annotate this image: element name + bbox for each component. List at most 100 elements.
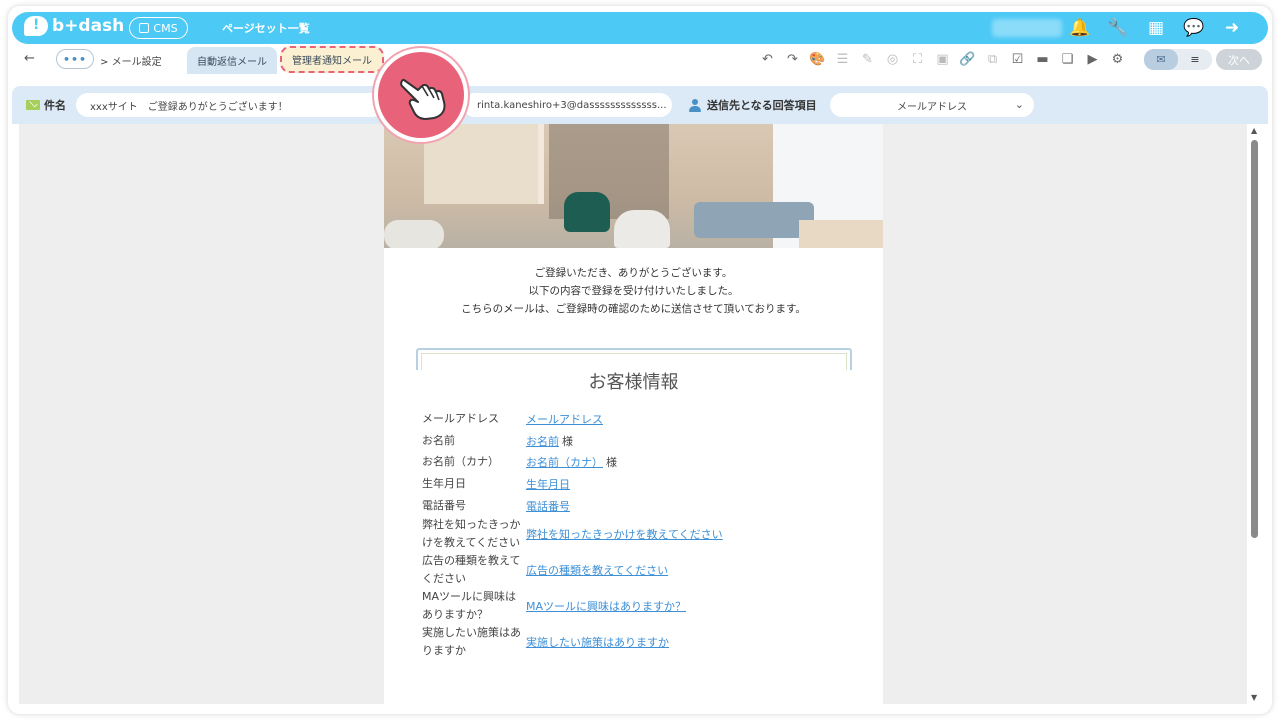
bell-icon[interactable]: 🔔 (1069, 16, 1090, 40)
field-label: 電話番号 (422, 498, 466, 512)
grid-icon[interactable]: ▦ (1146, 16, 1166, 40)
field-label: 弊社を知ったきっかけを教えてください (422, 518, 521, 550)
subject-row: 件名 xxxサイト ご登録ありがとうございます！ rinta.kaneshiro… (12, 86, 1268, 124)
field-tag-link[interactable]: お名前（カナ） (526, 456, 603, 469)
logo-bubble-icon (24, 16, 48, 36)
divider-icon[interactable]: ▬ (1033, 50, 1052, 69)
more-breadcrumb-button[interactable]: ••• (56, 49, 94, 69)
target-icon[interactable]: ◎ (883, 50, 902, 69)
tab-admin-notification-mail[interactable]: 管理者通知メール (280, 46, 384, 73)
recipient-select[interactable]: メールアドレス ⌄ (830, 93, 1034, 117)
hero-sofa (694, 202, 814, 238)
field-label: 広告の種類を教えてください (422, 554, 521, 586)
field-label: 実施したい施策はありますか (422, 626, 521, 658)
cms-label: CMS (153, 21, 178, 35)
play-icon[interactable]: ▶ (1083, 50, 1102, 69)
honorific-suffix: 様 (606, 456, 617, 470)
table-row: 生年月日 生年月日 (422, 473, 862, 495)
checklist-icon[interactable]: ☑ (1008, 50, 1027, 69)
image-icon[interactable]: ▣ (933, 50, 952, 69)
hero-chair-left (384, 220, 444, 248)
intro-line: 以下の内容で登録を受け付けいたしました。 (528, 285, 739, 297)
header-icons: 🔔 🔧 ▦ 💬 ➜ (1069, 16, 1242, 40)
cms-button[interactable]: CMS (129, 17, 188, 39)
chat-icon[interactable]: 💬 (1183, 16, 1204, 40)
field-tag-link[interactable]: MAツールに興味はありますか？ (526, 600, 686, 613)
person-icon (688, 98, 702, 112)
breadcrumb: > メール設定 (100, 53, 162, 68)
info-box-frame (416, 348, 852, 370)
recipient-selected-value: メールアドレス (897, 101, 967, 113)
table-row: 広告の種類を教えてください 広告の種類を教えてください (422, 552, 862, 588)
back-arrow-icon[interactable]: ← (24, 51, 35, 66)
field-label: 生年月日 (422, 476, 466, 490)
subject-label: 件名 (26, 97, 66, 113)
text-view-icon[interactable]: ≡ (1178, 49, 1212, 70)
layout-icon[interactable]: ❏ (1058, 50, 1077, 69)
scroll-down-icon[interactable]: ▼ (1251, 693, 1257, 702)
customer-info-table: メールアドレス メールアドレス お名前 お名前様 お名前（カナ） お名前（カナ）… (422, 408, 862, 660)
gear-icon[interactable]: ⚙ (1108, 50, 1127, 69)
link-icon[interactable]: 🔗 (958, 50, 977, 69)
field-tag-link[interactable]: 実施したい施策はありますか (526, 636, 669, 649)
email-preview: ご登録いただき、ありがとうございます。 以下の内容で登録を受け付けいたしました。… (384, 124, 883, 704)
editor-toolbar: ← ••• > メール設定 自動返信メール 管理者通知メール ↶ ↷ 🎨 ☰ ✎… (12, 46, 1268, 74)
edit-icon (139, 23, 150, 33)
field-label: MAツールに興味はありますか？ (422, 590, 517, 622)
pointer-callout (374, 48, 468, 142)
subject-input[interactable]: xxxサイト ご登録ありがとうございます！ (76, 93, 384, 117)
mail-view-icon[interactable]: ✉ (1144, 49, 1178, 70)
scroll-thumb[interactable] (1251, 140, 1258, 538)
breadcrumb-separator: > (100, 57, 109, 68)
field-tag-link[interactable]: 弊社を知ったきっかけを教えてください (526, 528, 723, 541)
tab-auto-reply-mail[interactable]: 自動返信メール (187, 47, 277, 74)
page-set-list-link[interactable]: ページセット一覧 (222, 20, 310, 36)
undo-icon[interactable]: ↶ (758, 50, 777, 69)
table-row: 実施したい施策はありますか 実施したい施策はありますか (422, 624, 862, 660)
field-tag-link[interactable]: メールアドレス (526, 413, 603, 426)
palette-icon[interactable]: 🎨 (808, 50, 827, 69)
copy-icon[interactable]: ⧉ (983, 50, 1002, 69)
table-row: 弊社を知ったきっかけを教えてください 弊社を知ったきっかけを教えてください (422, 516, 862, 552)
user-name-blurred (992, 19, 1062, 37)
top-header: b+dash CMS ページセット一覧 🔔 🔧 ▦ 💬 ➜ (12, 12, 1268, 44)
pointing-hand-icon (400, 78, 446, 120)
logout-icon[interactable]: ➜ (1222, 16, 1242, 40)
next-button[interactable]: 次へ (1216, 49, 1262, 70)
customer-info-title: お客様情報 (588, 372, 679, 393)
recipient-label-text: 送信先となる回答項目 (707, 99, 817, 112)
field-label: お名前（カナ） (422, 455, 499, 469)
fullscreen-icon[interactable]: ⛶ (908, 50, 927, 69)
honorific-suffix: 様 (562, 434, 573, 448)
logo-text: b+dash (52, 16, 125, 36)
redo-icon[interactable]: ↷ (783, 50, 802, 69)
table-row: MAツールに興味はありますか？ MAツールに興味はありますか？ (422, 588, 862, 624)
align-icon[interactable]: ☰ (833, 50, 852, 69)
field-label: メールアドレス (422, 411, 499, 425)
field-tag-link[interactable]: 生年月日 (526, 478, 570, 491)
recipient-label: 送信先となる回答項目 (688, 97, 817, 113)
wrench-icon[interactable]: 🔧 (1107, 16, 1128, 40)
scroll-up-icon[interactable]: ▲ (1251, 126, 1257, 135)
hero-chair-green (564, 192, 610, 232)
field-tag-link[interactable]: 広告の種類を教えてください (526, 564, 668, 577)
table-row: お名前 お名前様 (422, 430, 862, 452)
table-row: 電話番号 電話番号 (422, 495, 862, 517)
editor-canvas: ご登録いただき、ありがとうございます。 以下の内容で登録を受け付けいたしました。… (19, 124, 1247, 704)
hero-table (799, 220, 883, 248)
field-tag-link[interactable]: お名前 (526, 435, 559, 448)
intro-text[interactable]: ご登録いただき、ありがとうございます。 以下の内容で登録を受け付けいたしました。… (384, 264, 883, 318)
field-label: お名前 (422, 433, 455, 447)
table-row: お名前（カナ） お名前（カナ）様 (422, 451, 862, 473)
brand-logo[interactable]: b+dash (24, 16, 124, 36)
hero-chair-white (614, 210, 670, 248)
view-toggle: ✉ ≡ (1144, 49, 1212, 70)
hero-image[interactable] (384, 124, 883, 248)
field-tag-link[interactable]: 電話番号 (526, 500, 570, 513)
intro-line: ご登録いただき、ありがとうございます。 (534, 267, 733, 279)
vertical-scrollbar[interactable]: ▲ ▼ (1248, 124, 1262, 704)
chevron-down-icon: ⌄ (1014, 98, 1024, 111)
sender-email-field[interactable]: rinta.kaneshiro+3@dasssssssssssss... (463, 93, 672, 117)
table-row: メールアドレス メールアドレス (422, 408, 862, 430)
pen-icon[interactable]: ✎ (858, 50, 877, 69)
